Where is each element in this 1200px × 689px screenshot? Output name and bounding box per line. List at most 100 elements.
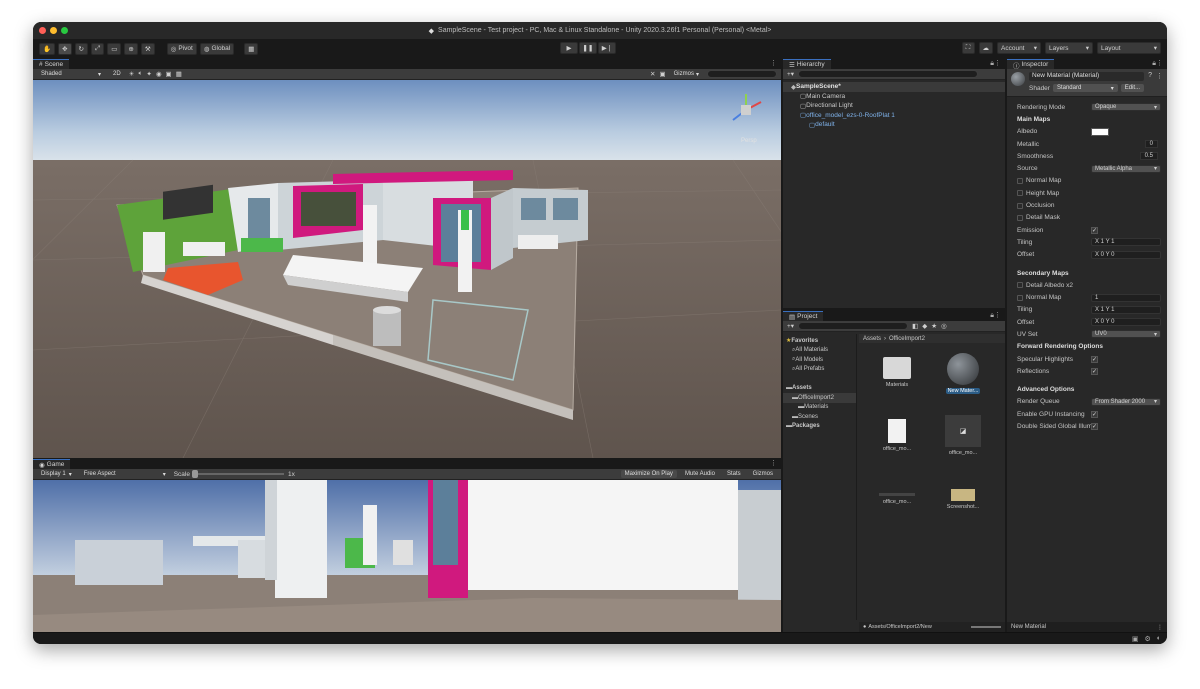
property-field[interactable]: X 1 Y 1 bbox=[1091, 305, 1161, 314]
property-dropdown[interactable]: Metallic Alpha ▾ bbox=[1091, 164, 1161, 173]
project-tree-item[interactable]: ⌕ All Models bbox=[783, 355, 856, 365]
hidden-objects-icon[interactable]: ◉ bbox=[156, 70, 162, 78]
breadcrumb-folder[interactable]: OfficeImport2 bbox=[889, 336, 925, 342]
project-tree-item[interactable]: ⌕ All Materials bbox=[783, 346, 856, 356]
property-dropdown[interactable]: UV0 ▾ bbox=[1091, 330, 1161, 339]
pivot-toggle-button[interactable]: ◎ Pivot bbox=[166, 42, 197, 55]
scale-slider[interactable] bbox=[191, 470, 284, 478]
edit-shader-button[interactable]: Edit... bbox=[1120, 84, 1145, 92]
display-dropdown[interactable]: Display 1 ▾ bbox=[37, 470, 76, 478]
project-tree-item[interactable]: ▬ Scenes bbox=[783, 412, 856, 422]
effects-toggle-icon[interactable]: ✦ bbox=[146, 70, 151, 78]
lighting-toggle-icon[interactable]: ☀ bbox=[129, 70, 135, 78]
settings-icon[interactable]: ⋮ bbox=[1156, 72, 1163, 80]
mute-audio-toggle[interactable]: Mute Audio bbox=[680, 470, 719, 478]
favorite-icon[interactable]: ★ bbox=[931, 322, 937, 330]
project-search-input[interactable] bbox=[798, 322, 909, 330]
pause-button[interactable]: ❚❚ bbox=[579, 42, 597, 54]
project-tree-item[interactable]: ▬ OfficeImport2 bbox=[783, 393, 856, 403]
play-button[interactable]: ▶ bbox=[560, 42, 578, 54]
albedo-color-swatch[interactable] bbox=[1091, 127, 1109, 136]
hierarchy-item[interactable]: ▢ Directional Light bbox=[783, 101, 1005, 111]
layers-dropdown[interactable]: Layers ▾ bbox=[1045, 42, 1093, 54]
gizmos-dropdown[interactable]: Gizmos ▾ bbox=[669, 70, 703, 78]
property-field[interactable]: X 0 Y 0 bbox=[1091, 318, 1161, 327]
property-field[interactable]: X 0 Y 0 bbox=[1091, 250, 1161, 259]
rotate-tool-icon[interactable]: ↻ bbox=[74, 42, 88, 55]
scale-tool-icon[interactable]: ⤢ bbox=[91, 42, 105, 55]
move-tool-icon[interactable]: ✥ bbox=[58, 42, 72, 55]
2d-toggle-button[interactable]: 2D bbox=[109, 70, 125, 78]
project-tree-item[interactable]: ⌕ All Prefabs bbox=[783, 365, 856, 375]
property-checkbox[interactable]: ✓ bbox=[1091, 355, 1098, 363]
hierarchy-item[interactable]: ▢ office_model_ezs-0-RoofPlat 1 bbox=[783, 111, 1005, 121]
hand-tool-icon[interactable]: ✋ bbox=[39, 42, 56, 55]
shader-dropdown[interactable]: Standard ▾ bbox=[1052, 84, 1118, 92]
progress-icon[interactable]: ▣ bbox=[1132, 635, 1139, 643]
aspect-dropdown[interactable]: Free Aspect ▾ bbox=[79, 470, 170, 478]
tab-project[interactable]: ▤ Project bbox=[783, 311, 824, 321]
texture-slot-icon[interactable] bbox=[1017, 294, 1023, 301]
kebab-menu-icon[interactable]: ⋮ bbox=[770, 59, 777, 67]
asset-tile[interactable]: ◪ office_mo... bbox=[939, 413, 987, 471]
stats-toggle[interactable]: Stats bbox=[722, 470, 745, 478]
property-slider[interactable]: 0.5 bbox=[1091, 152, 1161, 161]
icon-size-slider[interactable] bbox=[971, 626, 1001, 628]
custom-tool-icon[interactable]: ⚒ bbox=[140, 42, 155, 55]
add-icon[interactable]: +▾ bbox=[787, 322, 794, 330]
property-field[interactable]: 1 bbox=[1091, 293, 1161, 302]
property-checkbox[interactable]: ✓ bbox=[1091, 410, 1098, 418]
texture-slot-icon[interactable] bbox=[1017, 177, 1023, 184]
asset-tile[interactable]: Screenshot... bbox=[939, 475, 987, 533]
rect-tool-icon[interactable]: ▭ bbox=[107, 42, 122, 55]
shading-mode-dropdown[interactable]: Shaded ▾ bbox=[37, 70, 105, 78]
tab-scene[interactable]: # Scene bbox=[33, 59, 70, 69]
hierarchy-item[interactable]: ▢ Main Camera bbox=[783, 92, 1005, 102]
texture-slot-icon[interactable] bbox=[1017, 282, 1023, 289]
tab-hierarchy[interactable]: ☰ Hierarchy bbox=[783, 59, 831, 69]
texture-slot-icon[interactable] bbox=[1017, 202, 1023, 209]
filter-label-icon[interactable]: ◆ bbox=[922, 322, 927, 330]
kebab-menu-icon[interactable]: 🔒︎⋮ bbox=[990, 311, 1001, 320]
asset-tile[interactable]: office_mo... bbox=[873, 413, 921, 471]
game-gizmos-toggle[interactable]: Gizmos bbox=[748, 470, 777, 478]
help-icon[interactable]: ? bbox=[1148, 72, 1152, 79]
project-tree-item[interactable]: ▬ Materials bbox=[783, 403, 856, 413]
hidden-packages-icon[interactable]: ◎ bbox=[941, 322, 947, 330]
debug-mode-icon[interactable]: ◐ bbox=[1157, 635, 1161, 643]
property-slider[interactable]: 0 bbox=[1091, 140, 1161, 149]
property-checkbox[interactable]: ✓ bbox=[1091, 367, 1098, 375]
grid-toggle-icon[interactable]: ▦ bbox=[176, 70, 182, 78]
kebab-menu-icon[interactable]: 🔒︎⋮ bbox=[1152, 59, 1163, 68]
tab-inspector[interactable]: ⓘ Inspector bbox=[1007, 59, 1055, 70]
audio-toggle-icon[interactable]: 🔈︎ bbox=[139, 70, 143, 78]
cloud-button[interactable]: ☁ bbox=[978, 42, 993, 54]
filter-type-icon[interactable]: ◧ bbox=[912, 322, 918, 330]
kebab-menu-icon[interactable]: ⋮ bbox=[770, 459, 777, 467]
hierarchy-item[interactable]: ▢ default bbox=[783, 120, 1005, 130]
hierarchy-search-input[interactable] bbox=[798, 70, 979, 78]
close-window-button[interactable] bbox=[39, 27, 46, 34]
property-checkbox[interactable]: ✓ bbox=[1091, 226, 1098, 234]
project-tree-item[interactable]: ▬ Assets bbox=[783, 384, 856, 394]
add-icon[interactable]: +▾ bbox=[787, 70, 794, 78]
kebab-menu-icon[interactable]: ⋮ bbox=[1157, 624, 1163, 631]
layout-dropdown[interactable]: Layout ▾ bbox=[1097, 42, 1161, 54]
property-dropdown[interactable]: Opaque ▾ bbox=[1091, 103, 1161, 112]
bug-icon[interactable]: ⚙ bbox=[1144, 635, 1150, 643]
asset-tile[interactable]: Materials bbox=[873, 351, 921, 409]
tools-icon[interactable]: ✕ bbox=[650, 70, 655, 78]
global-toggle-button[interactable]: ◍ Global bbox=[199, 42, 235, 55]
hierarchy-scene-row[interactable]: ◆ SampleScene* bbox=[783, 82, 1005, 92]
draw-mode-icon[interactable]: ▣ bbox=[659, 70, 665, 78]
scene-search-input[interactable] bbox=[707, 70, 777, 78]
account-dropdown[interactable]: Account ▾ bbox=[997, 42, 1041, 54]
asset-tile[interactable]: New Mater... bbox=[939, 351, 987, 409]
breadcrumb-root[interactable]: Assets bbox=[863, 336, 881, 342]
project-tree-item[interactable]: ★ Favorites bbox=[783, 336, 856, 346]
property-checkbox[interactable]: ✓ bbox=[1091, 423, 1098, 431]
texture-slot-icon[interactable] bbox=[1017, 190, 1023, 197]
snap-settings-button[interactable]: ▦ bbox=[244, 42, 259, 55]
tab-game[interactable]: ◉ Game bbox=[33, 459, 71, 469]
property-dropdown[interactable]: From Shader 2000 ▾ bbox=[1091, 397, 1161, 406]
